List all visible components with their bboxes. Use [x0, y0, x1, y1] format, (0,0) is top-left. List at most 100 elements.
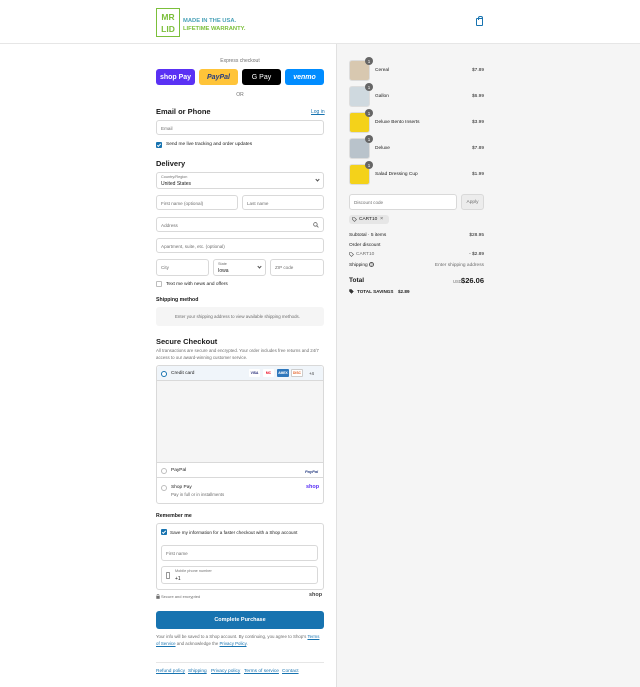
address-placeholder: Address: [161, 223, 178, 228]
mobile-phone-field[interactable]: Mobile phone number +1: [161, 566, 318, 584]
shipping-value: Enter shipping address: [434, 263, 484, 268]
shop-pay-radio[interactable]: [161, 485, 167, 491]
savings-value: $2.89: [398, 289, 410, 294]
legal-end: .: [246, 641, 248, 646]
amex-icon: AMEX: [277, 369, 289, 377]
apartment-placeholder: Apartment, suite, etc. (optional): [161, 244, 225, 249]
product-name: Cereal: [375, 68, 390, 73]
city-field[interactable]: City: [156, 259, 209, 276]
country-select[interactable]: Country/Region United States: [156, 172, 324, 189]
product-price: $6.99: [471, 94, 484, 99]
save-info-label: Save my information for a faster checkou…: [170, 530, 298, 535]
paypal-radio[interactable]: [161, 468, 167, 474]
help-icon[interactable]: ?: [369, 262, 374, 267]
footer-terms-link[interactable]: Terms of service: [244, 669, 279, 674]
subtotal-label: Subtotal · 5 items: [349, 233, 387, 238]
savings-tag-icon: [349, 289, 354, 294]
news-checkbox[interactable]: [156, 281, 162, 287]
product-price: $1.99: [471, 172, 484, 177]
order-summary-panel: [336, 44, 640, 687]
payment-options: [156, 365, 324, 504]
privacy-link[interactable]: Privacy Policy: [220, 641, 247, 646]
remember-first-name-placeholder: First name: [166, 551, 188, 556]
legal-text: Your info will be saved to a Shop accoun…: [156, 633, 324, 647]
tracking-checkbox[interactable]: [156, 142, 162, 148]
remember-first-name-field[interactable]: First name: [161, 545, 318, 561]
paypal-button[interactable]: PayPal: [199, 69, 238, 85]
applied-code-label: CART10: [359, 217, 378, 222]
discount-code-field[interactable]: Discount code: [349, 194, 457, 210]
apply-button[interactable]: Apply: [461, 194, 484, 210]
tagline-line-1: MADE IN THE USA.: [183, 18, 237, 24]
zip-field[interactable]: ZIP code: [270, 259, 324, 276]
shipping-message-box: Enter your shipping address to view avai…: [156, 307, 324, 326]
footer-shipping-link[interactable]: Shipping: [188, 669, 207, 674]
footer-refund-link[interactable]: Refund policy: [156, 669, 185, 674]
credit-card-radio[interactable]: [161, 371, 167, 377]
shipping-title: Shipping method: [156, 297, 199, 303]
header: MR LID MADE IN THE USA. LIFETIME WARRANT…: [0, 0, 640, 44]
country-label: Country/Region: [161, 175, 188, 179]
apartment-field[interactable]: Apartment, suite, etc. (optional): [156, 238, 324, 253]
quantity-badge: 1: [365, 135, 373, 143]
last-name-field[interactable]: Last name: [242, 195, 324, 210]
discover-icon: DISC: [291, 369, 303, 377]
venmo-button[interactable]: venmo: [285, 69, 324, 85]
discount-placeholder: Discount code: [354, 200, 384, 205]
google-pay-button[interactable]: G Pay: [242, 69, 281, 85]
state-value: Iowa: [218, 267, 229, 274]
discount-value: - $2.89: [469, 252, 484, 257]
state-select[interactable]: State Iowa: [213, 259, 266, 276]
quantity-badge: 1: [365, 161, 373, 169]
legal-and: and acknowledge the: [176, 641, 219, 646]
tracking-label: Send me live tracking and order updates: [166, 142, 253, 147]
brand-logo[interactable]: MR LID: [156, 8, 180, 37]
first-name-placeholder: First name (optional): [161, 201, 204, 206]
shipping-message: Enter your shipping address to view avai…: [175, 314, 300, 319]
complete-purchase-button[interactable]: Complete Purchase: [156, 611, 324, 629]
product-name: Gallon: [375, 94, 389, 99]
product-price: $7.89: [471, 68, 484, 73]
secure-label: Secure and encrypted: [161, 594, 201, 599]
news-label: Text me with news and offers: [166, 282, 228, 287]
discount-code-label: CART10: [356, 252, 375, 257]
remember-title: Remember me: [156, 513, 192, 519]
address-field[interactable]: Address: [156, 217, 324, 232]
quantity-badge: 1: [365, 83, 373, 91]
save-info-checkbox[interactable]: [161, 529, 167, 535]
paypal-logo: PayPal: [305, 469, 319, 474]
email-field[interactable]: Email: [156, 120, 324, 135]
express-checkout-label: Express checkout: [220, 58, 260, 64]
footer-privacy-link[interactable]: Privacy policy: [211, 669, 240, 674]
more-cards-label: +4: [309, 371, 314, 376]
chevron-down-icon: [315, 177, 320, 182]
chevron-down-icon: [257, 264, 262, 269]
brand-tagline: MADE IN THE USA. LIFETIME WARRANTY.: [183, 17, 245, 33]
shipping-label: Shipping: [349, 263, 368, 268]
savings-label: TOTAL SAVINGS: [357, 289, 394, 294]
state-label: State: [218, 262, 227, 266]
last-name-placeholder: Last name: [247, 201, 269, 206]
delivery-title: Delivery: [156, 159, 186, 168]
quantity-badge: 1: [365, 57, 373, 65]
card-form-area: [157, 381, 323, 463]
cart-bag-icon[interactable]: [476, 16, 483, 26]
phone-icon: [166, 572, 170, 579]
product-name: Deluxe: [375, 146, 390, 151]
credit-card-label: Credit card: [171, 371, 195, 376]
footer-contact-link[interactable]: Contact: [282, 669, 299, 674]
subtotal-value: $28.95: [469, 233, 484, 238]
order-discount-label: Order discount: [349, 243, 381, 248]
total-value: $26.06: [461, 276, 484, 285]
payment-title: Secure Checkout: [156, 337, 218, 346]
paypal-label: PayPal: [171, 468, 187, 473]
shop-footer-logo: shop: [309, 592, 323, 598]
login-link[interactable]: Log in: [311, 109, 325, 115]
remove-code-icon[interactable]: ×: [380, 216, 383, 222]
total-label: Total: [349, 277, 365, 284]
tag-icon: [352, 217, 357, 222]
shop-pay-button[interactable]: shop Pay: [156, 69, 195, 85]
visa-icon: VISA: [249, 369, 260, 377]
product-name: Deluxe Bento Inserts: [375, 120, 420, 125]
first-name-field[interactable]: First name (optional): [156, 195, 238, 210]
